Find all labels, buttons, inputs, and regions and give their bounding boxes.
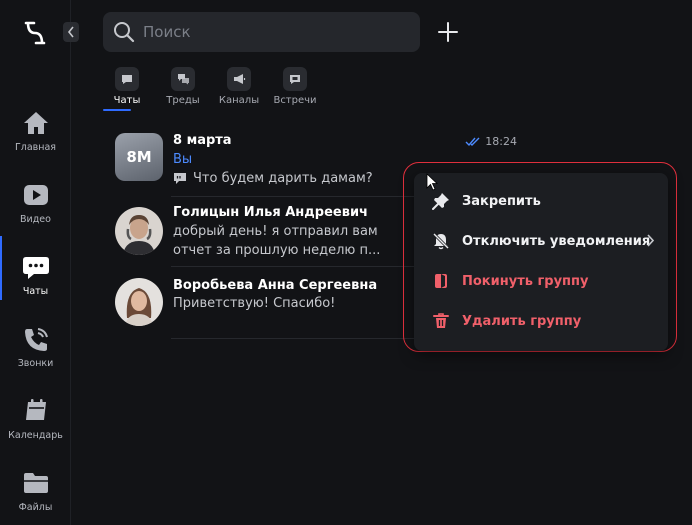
menu-item-mute[interactable]: Отключить уведомления: [414, 224, 668, 258]
chat-bubble-icon: [115, 67, 139, 91]
nav-label: Звонки: [17, 358, 54, 369]
pin-icon: [432, 192, 450, 210]
video-icon: [21, 180, 51, 210]
nav-label: Календарь: [8, 430, 63, 441]
mouse-cursor-icon: [426, 173, 438, 191]
tab-chats[interactable]: Чаты: [101, 67, 153, 106]
menu-item-label: Удалить группу: [462, 313, 582, 329]
add-chat-button[interactable]: [437, 21, 459, 43]
tab-label: Чаты: [113, 95, 141, 106]
threads-icon: [171, 67, 195, 91]
group-avatar: 8М: [115, 133, 163, 181]
chat-icon: [21, 252, 51, 282]
chat-preview: добрый день! я отправил вам: [173, 224, 378, 239]
chat-name: Голицын Илья Андреевич: [173, 205, 368, 220]
nav-label: Видео: [20, 214, 51, 225]
tab-label: Встречи: [273, 95, 317, 106]
tab-label: Каналы: [218, 95, 260, 106]
user-avatar: [115, 278, 163, 326]
chat-name: Воробьева Анна Сергеевна: [173, 278, 378, 293]
chat-tabs: Чаты Треды Каналы Встречи: [101, 67, 325, 106]
nav-label: Главная: [14, 142, 57, 153]
nav-item-video[interactable]: Видео: [0, 180, 71, 225]
chat-preview: Приветствую! Спасибо!: [173, 296, 336, 311]
chat-preview: Что будем дарить дамам?: [173, 171, 373, 186]
folder-icon: [21, 468, 51, 498]
search-input[interactable]: [143, 23, 403, 41]
menu-item-delete-group[interactable]: Удалить группу: [414, 304, 668, 338]
chat-meta: 18:24: [465, 135, 517, 148]
collapse-rail-button[interactable]: [63, 22, 79, 42]
nav-label: Чаты: [22, 286, 49, 297]
tab-meetings[interactable]: Встречи: [269, 67, 321, 106]
double-check-icon: [465, 137, 480, 146]
message-quote-icon: [174, 173, 186, 184]
chevron-left-icon: [67, 26, 74, 38]
search-icon: [114, 22, 135, 43]
menu-item-label: Отключить уведомления: [462, 233, 651, 249]
chat-sender: Вы: [173, 152, 193, 167]
nav-item-chats[interactable]: Чаты: [0, 252, 71, 297]
megaphone-icon: [227, 67, 251, 91]
chat-time: 18:24: [485, 135, 517, 148]
tab-threads[interactable]: Треды: [157, 67, 209, 106]
leave-icon: [432, 272, 450, 290]
nav-item-home[interactable]: Главная: [0, 108, 71, 153]
chat-name: 8 марта: [173, 133, 232, 148]
nav-item-calendar[interactable]: Календарь: [0, 396, 71, 441]
search-bar[interactable]: [103, 12, 420, 52]
app-window: Главная Видео Чаты Звонки Календарь Файл…: [0, 0, 692, 525]
calendar-icon: [21, 396, 51, 426]
menu-item-label: Покинуть группу: [462, 273, 589, 289]
meeting-icon: [283, 67, 307, 91]
chevron-right-icon: [647, 234, 654, 247]
home-icon: [21, 108, 51, 138]
tab-label: Треды: [166, 95, 200, 106]
trash-icon: [432, 312, 450, 330]
tab-active-indicator: [103, 109, 131, 111]
user-avatar: [115, 207, 163, 255]
menu-item-pin[interactable]: Закрепить: [414, 184, 668, 218]
app-logo-icon[interactable]: [22, 20, 48, 46]
chat-preview-text: Что будем дарить дамам?: [193, 171, 373, 186]
nav-label: Файлы: [18, 502, 53, 513]
nav-item-files[interactable]: Файлы: [0, 468, 71, 513]
chat-preview: отчет за прошлую неделю п...: [173, 243, 381, 258]
menu-item-label: Закрепить: [462, 193, 541, 209]
context-menu: Закрепить Отключить уведомления Покинуть…: [414, 173, 668, 351]
menu-item-leave-group[interactable]: Покинуть группу: [414, 264, 668, 298]
bell-off-icon: [432, 232, 450, 250]
nav-item-calls[interactable]: Звонки: [0, 324, 71, 369]
tab-channels[interactable]: Каналы: [213, 67, 265, 106]
nav-rail: Главная Видео Чаты Звонки Календарь Файл…: [0, 0, 71, 525]
phone-icon: [21, 324, 51, 354]
